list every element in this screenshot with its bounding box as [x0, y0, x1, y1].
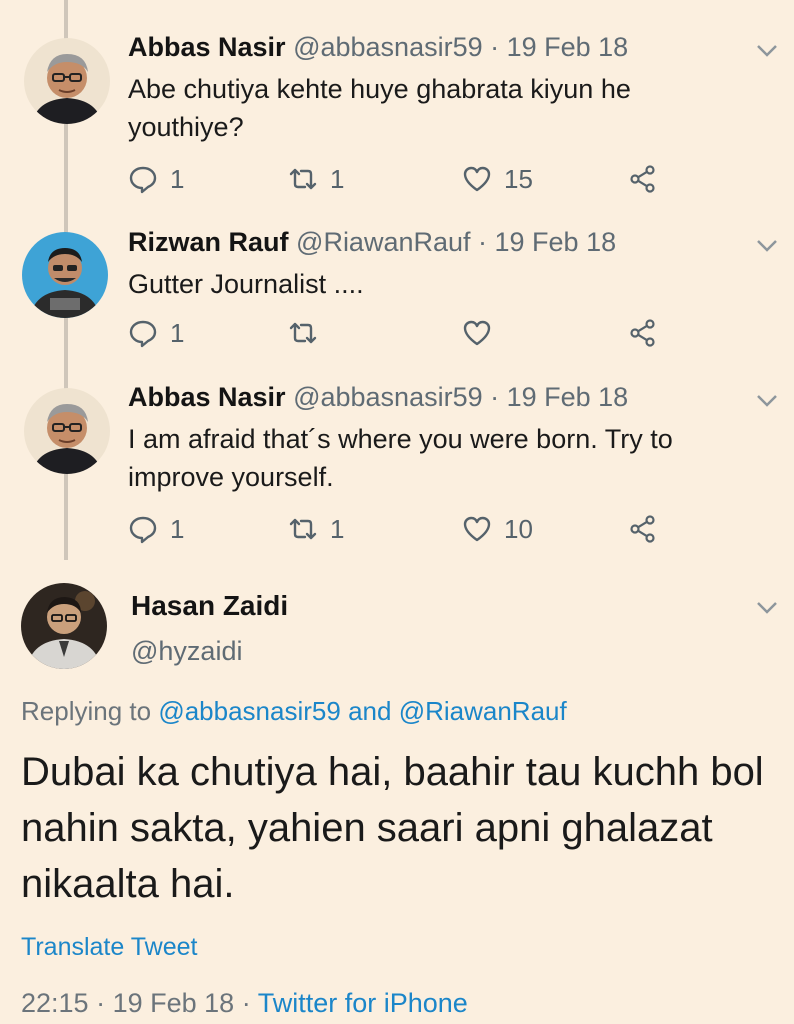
chevron-down-icon — [757, 395, 777, 407]
separator: · — [241, 988, 251, 1018]
retweet-icon — [289, 168, 317, 190]
author-meta: @abbasnasir59 · 19 Feb 18 — [293, 382, 629, 412]
tweet-menu-button[interactable] — [756, 394, 778, 408]
tweet-text: Dubai ka chutiya hai, baahir tau kuchh b… — [21, 750, 764, 906]
tweet-text: I am afraid that´s where you were born. … — [128, 424, 673, 492]
author-name[interactable]: Rizwan Rauf — [128, 227, 289, 257]
tweet-text: Abe chutiya kehte huye ghabrata kiyun he… — [128, 74, 631, 142]
share-icon — [630, 165, 655, 193]
retweet-button[interactable]: 1 — [288, 511, 344, 547]
author-name[interactable]: Hasan Zaidi — [131, 590, 288, 622]
retweet-count: 1 — [330, 513, 345, 544]
reply-icon — [129, 320, 157, 348]
tweet-source-link[interactable]: Twitter for iPhone — [258, 988, 468, 1018]
author-name[interactable]: Abbas Nasir — [128, 32, 286, 62]
tweet-date: 19 Feb 18 — [112, 988, 235, 1018]
reply-header: Abbas Nasir @abbasnasir59 · 19 Feb 18 — [128, 32, 628, 63]
reply-button[interactable]: 1 — [128, 511, 184, 547]
avatar[interactable] — [22, 232, 108, 318]
author-handle[interactable]: @hyzaidi — [131, 636, 242, 667]
replying-prefix: Replying to — [21, 696, 152, 726]
share-button[interactable] — [628, 161, 658, 197]
reply-header: Abbas Nasir @abbasnasir59 · 19 Feb 18 — [128, 382, 628, 413]
like-button[interactable]: 15 — [462, 161, 533, 197]
reply-button[interactable]: 1 — [128, 315, 184, 351]
replying-and[interactable]: and — [348, 696, 391, 726]
heart-icon — [463, 516, 491, 542]
reply-icon — [129, 166, 157, 194]
retweet-count: 1 — [330, 163, 345, 194]
share-button[interactable] — [628, 315, 658, 351]
action-bar: 1 1 15 — [128, 161, 688, 197]
chevron-down-icon — [757, 602, 777, 614]
author-meta: @abbasnasir59 · 19 Feb 18 — [293, 32, 629, 62]
tweet-menu-button[interactable] — [756, 44, 778, 58]
author-meta: @RiawanRauf · 19 Feb 18 — [296, 227, 617, 257]
reply-icon — [129, 516, 157, 544]
tweet-menu-button[interactable] — [756, 239, 778, 253]
action-bar: 1 — [128, 315, 688, 351]
reply-button[interactable]: 1 — [128, 161, 184, 197]
share-icon — [630, 515, 655, 543]
tweet-timestamp: 22:15 · 19 Feb 18 · Twitter for iPhone — [21, 988, 468, 1019]
mention-link[interactable]: @RiawanRauf — [399, 696, 567, 726]
reply-count: 1 — [170, 317, 185, 348]
avatar[interactable] — [21, 583, 107, 669]
tweet-menu-button[interactable] — [756, 601, 778, 615]
reply-count: 1 — [170, 513, 185, 544]
mention-link[interactable]: @abbasnasir59 — [158, 696, 341, 726]
chevron-down-icon — [757, 45, 777, 57]
retweet-button[interactable]: 1 — [288, 161, 344, 197]
reply-count: 1 — [170, 163, 185, 194]
translate-tweet-link[interactable]: Translate Tweet — [21, 933, 197, 962]
author-name[interactable]: Abbas Nasir — [128, 382, 286, 412]
share-button[interactable] — [628, 511, 658, 547]
tweet-time: 22:15 — [21, 988, 89, 1018]
chevron-down-icon — [757, 240, 777, 252]
like-count: 15 — [504, 163, 533, 194]
retweet-icon — [289, 518, 317, 540]
like-button[interactable] — [462, 315, 504, 351]
tweet-text: Gutter Journalist .... — [128, 269, 364, 299]
like-count: 10 — [504, 513, 533, 544]
action-bar: 1 1 10 — [128, 511, 688, 547]
avatar[interactable] — [24, 38, 110, 124]
separator: · — [96, 988, 106, 1018]
reply-header: Rizwan Rauf @RiawanRauf · 19 Feb 18 — [128, 227, 616, 258]
retweet-button[interactable] — [288, 315, 330, 351]
heart-icon — [463, 320, 491, 346]
like-button[interactable]: 10 — [462, 511, 533, 547]
heart-icon — [463, 166, 491, 192]
replying-to: Replying to @abbasnasir59 and @RiawanRau… — [21, 696, 567, 727]
share-icon — [630, 319, 655, 347]
avatar[interactable] — [24, 388, 110, 474]
retweet-icon — [289, 322, 317, 344]
